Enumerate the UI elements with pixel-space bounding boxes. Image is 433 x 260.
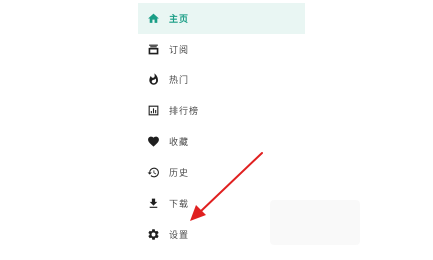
screenshot-canvas: 主页 订阅 热门 排行榜 收藏 历史 下载 设置 (0, 0, 433, 260)
menu-item-favorites[interactable]: 收藏 (138, 126, 305, 157)
menu-item-trending[interactable]: 热门 (138, 64, 305, 95)
heart-icon (146, 135, 160, 149)
menu-item-ranking[interactable]: 排行榜 (138, 95, 305, 126)
sidebar-menu: 主页 订阅 热门 排行榜 收藏 历史 下载 设置 (138, 0, 305, 260)
menu-item-history[interactable]: 历史 (138, 157, 305, 188)
download-icon (146, 197, 160, 211)
menu-item-subscription[interactable]: 订阅 (138, 34, 305, 65)
menu-item-label: 历史 (169, 169, 190, 179)
fire-icon (146, 73, 160, 87)
subscription-icon (146, 43, 160, 57)
menu-item-label: 主页 (169, 15, 190, 25)
menu-item-downloads[interactable]: 下载 (138, 188, 305, 219)
menu-item-settings[interactable]: 设置 (138, 219, 305, 250)
history-icon (146, 166, 160, 180)
ranking-icon (146, 104, 160, 118)
menu-item-home[interactable]: 主页 (138, 3, 305, 34)
menu-item-label: 下载 (169, 200, 190, 210)
gear-icon (146, 228, 160, 242)
menu-item-label: 热门 (169, 76, 190, 86)
home-icon (146, 12, 160, 26)
menu-item-label: 排行榜 (169, 107, 200, 117)
menu-item-label: 设置 (169, 231, 190, 241)
menu-item-label: 收藏 (169, 138, 190, 148)
menu-item-label: 订阅 (169, 46, 190, 56)
